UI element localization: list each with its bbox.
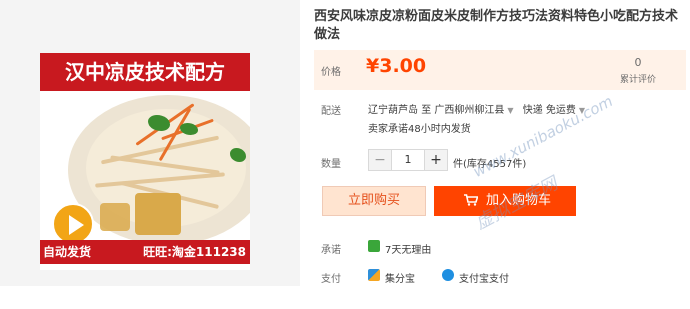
payment-method[interactable]: 支付宝支付 [459, 270, 509, 285]
price-value: ¥3.00 [366, 55, 427, 77]
quantity-plus-button[interactable]: + [424, 150, 447, 170]
quantity-input[interactable]: 1 [391, 150, 425, 170]
video-play-button[interactable] [52, 203, 94, 245]
review-count[interactable]: 0 [618, 56, 658, 69]
commitment-item[interactable]: 7天无理由 [385, 241, 431, 256]
shipping-info: 辽宁葫芦岛 至 广西柳州柳江县 ▼ 快递 免运费 ▼ [368, 101, 591, 116]
quantity-minus-button[interactable]: − [369, 150, 392, 170]
quantity-stepper: − 1 + [368, 149, 448, 171]
cilantro-leaf [180, 123, 198, 135]
alipay-icon [442, 269, 454, 281]
quantity-label: 数量 [321, 159, 341, 170]
delivery-promise: 卖家承诺48小时内发货 [368, 124, 471, 135]
price-label: 价格 [321, 67, 341, 78]
price-box: 价格 ¥3.00 0 累计评价 [314, 50, 686, 90]
shipping-label: 配送 [321, 106, 341, 117]
product-gallery: 汉中凉皮技术配方 自动发货 旺旺:淘金111238 [0, 0, 300, 286]
image-banner: 汉中凉皮技术配方 [40, 53, 250, 91]
ship-destination-select[interactable]: 广西柳州柳江县 [434, 105, 504, 116]
payment-method[interactable]: 集分宝 [385, 270, 415, 285]
chevron-down-icon[interactable]: ▼ [507, 106, 513, 115]
seven-day-return-icon [368, 240, 380, 252]
commitment-label: 承诺 [321, 245, 341, 256]
review-label[interactable]: 累计评价 [608, 72, 668, 85]
gluten-piece [135, 193, 181, 235]
ship-from: 辽宁葫芦岛 [368, 105, 418, 116]
buy-now-button[interactable]: 立即购买 [322, 186, 426, 216]
wangwang-contact-label: 旺旺:淘金111238 [143, 245, 246, 259]
ship-to-word: 至 [421, 105, 432, 116]
play-icon [69, 215, 84, 235]
product-main-image[interactable]: 汉中凉皮技术配方 自动发货 旺旺:淘金111238 [40, 53, 250, 270]
product-title: 西安风味凉皮凉粉面皮米皮制作方技巧法资料特色小吃配方技术做法 [314, 9, 679, 42]
jifenbao-icon [368, 269, 380, 281]
cilantro-leaf [230, 148, 246, 162]
cart-icon [464, 194, 478, 206]
auto-delivery-label: 自动发货 [43, 245, 92, 259]
gluten-piece [100, 203, 130, 231]
image-badge-bar: 自动发货 旺旺:淘金111238 [40, 240, 250, 264]
payment-label: 支付 [321, 274, 341, 285]
